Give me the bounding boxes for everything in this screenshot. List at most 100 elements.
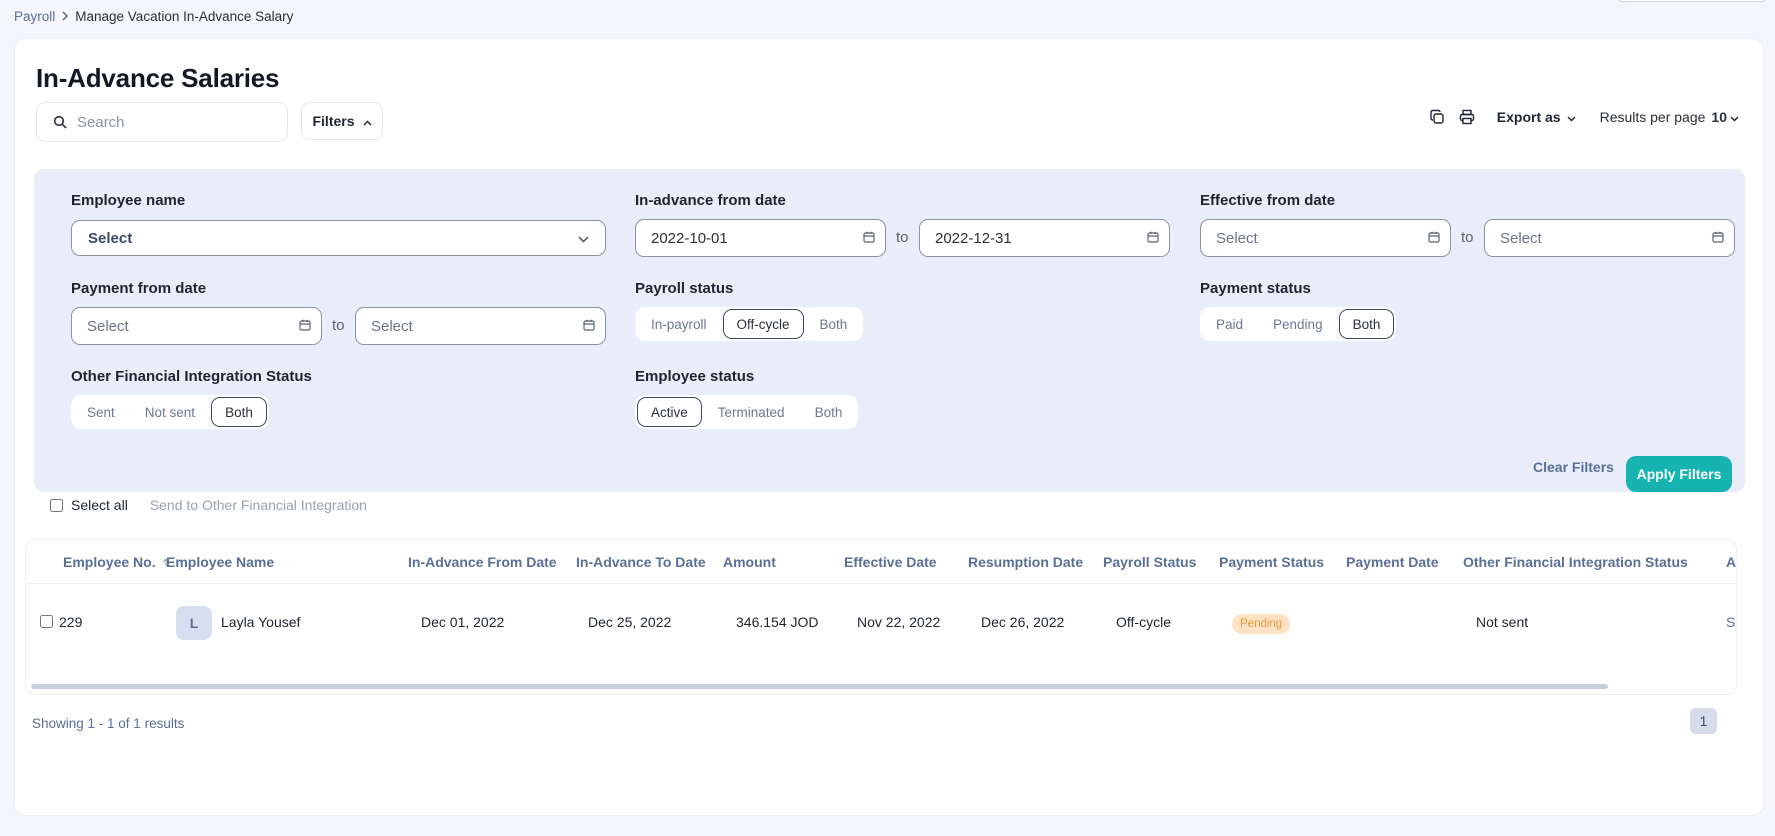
column-header-employee-name[interactable]: Employee Name xyxy=(166,554,274,570)
calendar-icon xyxy=(1428,230,1440,247)
cell-resumption-date: Dec 26, 2022 xyxy=(981,614,1065,630)
in-advance-to-separator: to xyxy=(896,229,909,246)
in-advance-from-date-value: 2022-10-01 xyxy=(651,229,728,247)
search-input[interactable] xyxy=(77,113,257,131)
search-box xyxy=(36,102,288,142)
employee-name-select[interactable]: Select xyxy=(71,220,606,256)
row-checkbox[interactable] xyxy=(40,615,53,628)
breadcrumb: Payroll Manage Vacation In-Advance Salar… xyxy=(14,9,293,24)
effective-from-date-input[interactable]: Select xyxy=(1200,219,1451,257)
export-as-dropdown[interactable]: Export as xyxy=(1497,109,1576,125)
payment-to-date-value: Select xyxy=(371,317,413,335)
payment-to-date-input[interactable]: Select xyxy=(355,307,606,345)
payment-from-date-value: Select xyxy=(87,317,129,335)
cell-in-advance-from: Dec 01, 2022 xyxy=(421,614,505,630)
payroll-status-option-off-cycle[interactable]: Off-cycle xyxy=(722,309,804,339)
payroll-status-segment: In-payroll Off-cycle Both xyxy=(635,307,864,341)
payroll-status-option-both[interactable]: Both xyxy=(806,309,862,339)
in-advance-to-date-input[interactable]: 2022-12-31 xyxy=(919,219,1170,257)
table-toolbar: Export as Results per page 10 xyxy=(1429,109,1739,125)
column-header-in-advance-from[interactable]: In-Advance From Date xyxy=(408,554,557,570)
in-advance-from-date-input[interactable]: 2022-10-01 xyxy=(635,219,886,257)
effective-to-date-input[interactable]: Select xyxy=(1484,219,1735,257)
page-button-1[interactable]: 1 xyxy=(1690,708,1717,734)
payroll-status-option-in-payroll[interactable]: In-payroll xyxy=(637,309,721,339)
send-to-ofi-button[interactable]: Send to Other Financial Integration xyxy=(150,497,367,513)
horizontal-scrollbar[interactable] xyxy=(31,684,1608,689)
calendar-icon xyxy=(583,318,595,335)
chevron-down-icon xyxy=(1567,109,1576,125)
results-per-page-label: Results per page xyxy=(1599,109,1706,125)
column-header-truncated[interactable]: A xyxy=(1726,554,1736,570)
effective-from-date-value: Select xyxy=(1216,229,1258,247)
cell-payroll-status: Off-cycle xyxy=(1116,614,1171,630)
results-per-page: Results per page 10 xyxy=(1600,109,1739,125)
main-card: In-Advance Salaries Filters Export as Re… xyxy=(14,38,1764,816)
column-header-payment-date[interactable]: Payment Date xyxy=(1346,554,1439,570)
breadcrumb-current: Manage Vacation In-Advance Salary xyxy=(75,9,294,24)
cell-employee-name: Layla Yousef xyxy=(221,614,301,630)
column-header-effective-date[interactable]: Effective Date xyxy=(844,554,937,570)
cell-amount: 346.154 JOD xyxy=(736,614,819,630)
column-header-payment-status[interactable]: Payment Status xyxy=(1219,554,1324,570)
in-advance-from-date-label: In-advance from date xyxy=(635,192,786,209)
employee-name-value: Select xyxy=(88,229,133,247)
payment-status-option-paid[interactable]: Paid xyxy=(1202,309,1257,339)
apply-filters-button[interactable]: Apply Filters xyxy=(1626,456,1732,492)
cell-truncated-action[interactable]: Sl xyxy=(1726,614,1736,630)
employee-status-segment: Active Terminated Both xyxy=(635,395,859,429)
filter-panel: Employee name Select In-advance from dat… xyxy=(34,169,1745,492)
ofi-status-option-both[interactable]: Both xyxy=(211,397,267,427)
effective-to-separator: to xyxy=(1461,229,1474,246)
search-icon xyxy=(53,115,67,129)
cell-ofi-status: Not sent xyxy=(1476,614,1529,630)
status-badge: Pending xyxy=(1232,614,1291,634)
column-header-amount[interactable]: Amount xyxy=(723,554,776,570)
column-header-payroll-status[interactable]: Payroll Status xyxy=(1103,554,1196,570)
column-header-resumption-date[interactable]: Resumption Date xyxy=(968,554,1083,570)
column-header-employee-no[interactable]: Employee No. xyxy=(63,554,170,570)
calendar-icon xyxy=(1147,230,1159,247)
clear-filters-button[interactable]: Clear Filters xyxy=(1533,459,1614,475)
cell-employee-no: 229 xyxy=(59,614,83,630)
payment-status-segment: Paid Pending Both xyxy=(1200,307,1397,341)
salaries-table: Employee No. Employee Name In-Advance Fr… xyxy=(25,539,1737,695)
employee-status-label: Employee status xyxy=(635,368,755,385)
filters-label: Filters xyxy=(312,113,355,129)
results-per-page-select[interactable]: 10 xyxy=(1711,109,1739,125)
column-header-in-advance-to[interactable]: In-Advance To Date xyxy=(576,554,706,570)
payment-from-date-label: Payment from date xyxy=(71,280,207,297)
calendar-icon xyxy=(1712,230,1724,247)
payment-status-option-pending[interactable]: Pending xyxy=(1259,309,1337,339)
select-all-checkbox[interactable] xyxy=(50,498,63,512)
results-per-page-value: 10 xyxy=(1711,109,1727,125)
print-icon[interactable] xyxy=(1459,109,1475,125)
other-financial-integration-status-segment: Sent Not sent Both xyxy=(71,395,269,429)
table-header: Employee No. Employee Name In-Advance Fr… xyxy=(26,540,1736,584)
employee-status-option-active[interactable]: Active xyxy=(637,397,702,427)
chevron-right-icon xyxy=(61,10,69,24)
copy-icon[interactable] xyxy=(1429,109,1445,125)
payment-from-date-input[interactable]: Select xyxy=(71,307,322,345)
select-all-label[interactable]: Select all xyxy=(71,497,128,513)
chevron-up-icon xyxy=(363,113,372,129)
column-header-ofi-status[interactable]: Other Financial Integration Status xyxy=(1463,554,1688,570)
cell-effective-date: Nov 22, 2022 xyxy=(857,614,941,630)
bulk-actions: Select all Send to Other Financial Integ… xyxy=(50,497,367,513)
other-financial-integration-status-label: Other Financial Integration Status xyxy=(71,368,312,385)
cell-in-advance-to: Dec 25, 2022 xyxy=(588,614,672,630)
effective-from-date-label: Effective from date xyxy=(1200,192,1336,209)
breadcrumb-payroll-link[interactable]: Payroll xyxy=(14,9,55,24)
column-header-label: Employee No. xyxy=(63,554,156,570)
table-row[interactable]: 229 L Layla Yousef Dec 01, 2022 Dec 25, … xyxy=(26,585,1736,661)
chevron-down-icon xyxy=(1730,109,1739,125)
employee-status-option-terminated[interactable]: Terminated xyxy=(704,397,799,427)
payroll-status-label: Payroll status xyxy=(635,280,734,297)
employee-status-option-both[interactable]: Both xyxy=(801,397,857,427)
ofi-status-option-sent[interactable]: Sent xyxy=(73,397,129,427)
chevron-down-icon xyxy=(578,230,589,247)
filters-toggle-button[interactable]: Filters xyxy=(301,102,383,140)
ofi-status-option-not-sent[interactable]: Not sent xyxy=(131,397,209,427)
payment-status-option-both[interactable]: Both xyxy=(1338,309,1395,339)
pagination-summary: Showing 1 - 1 of 1 results xyxy=(32,716,185,731)
